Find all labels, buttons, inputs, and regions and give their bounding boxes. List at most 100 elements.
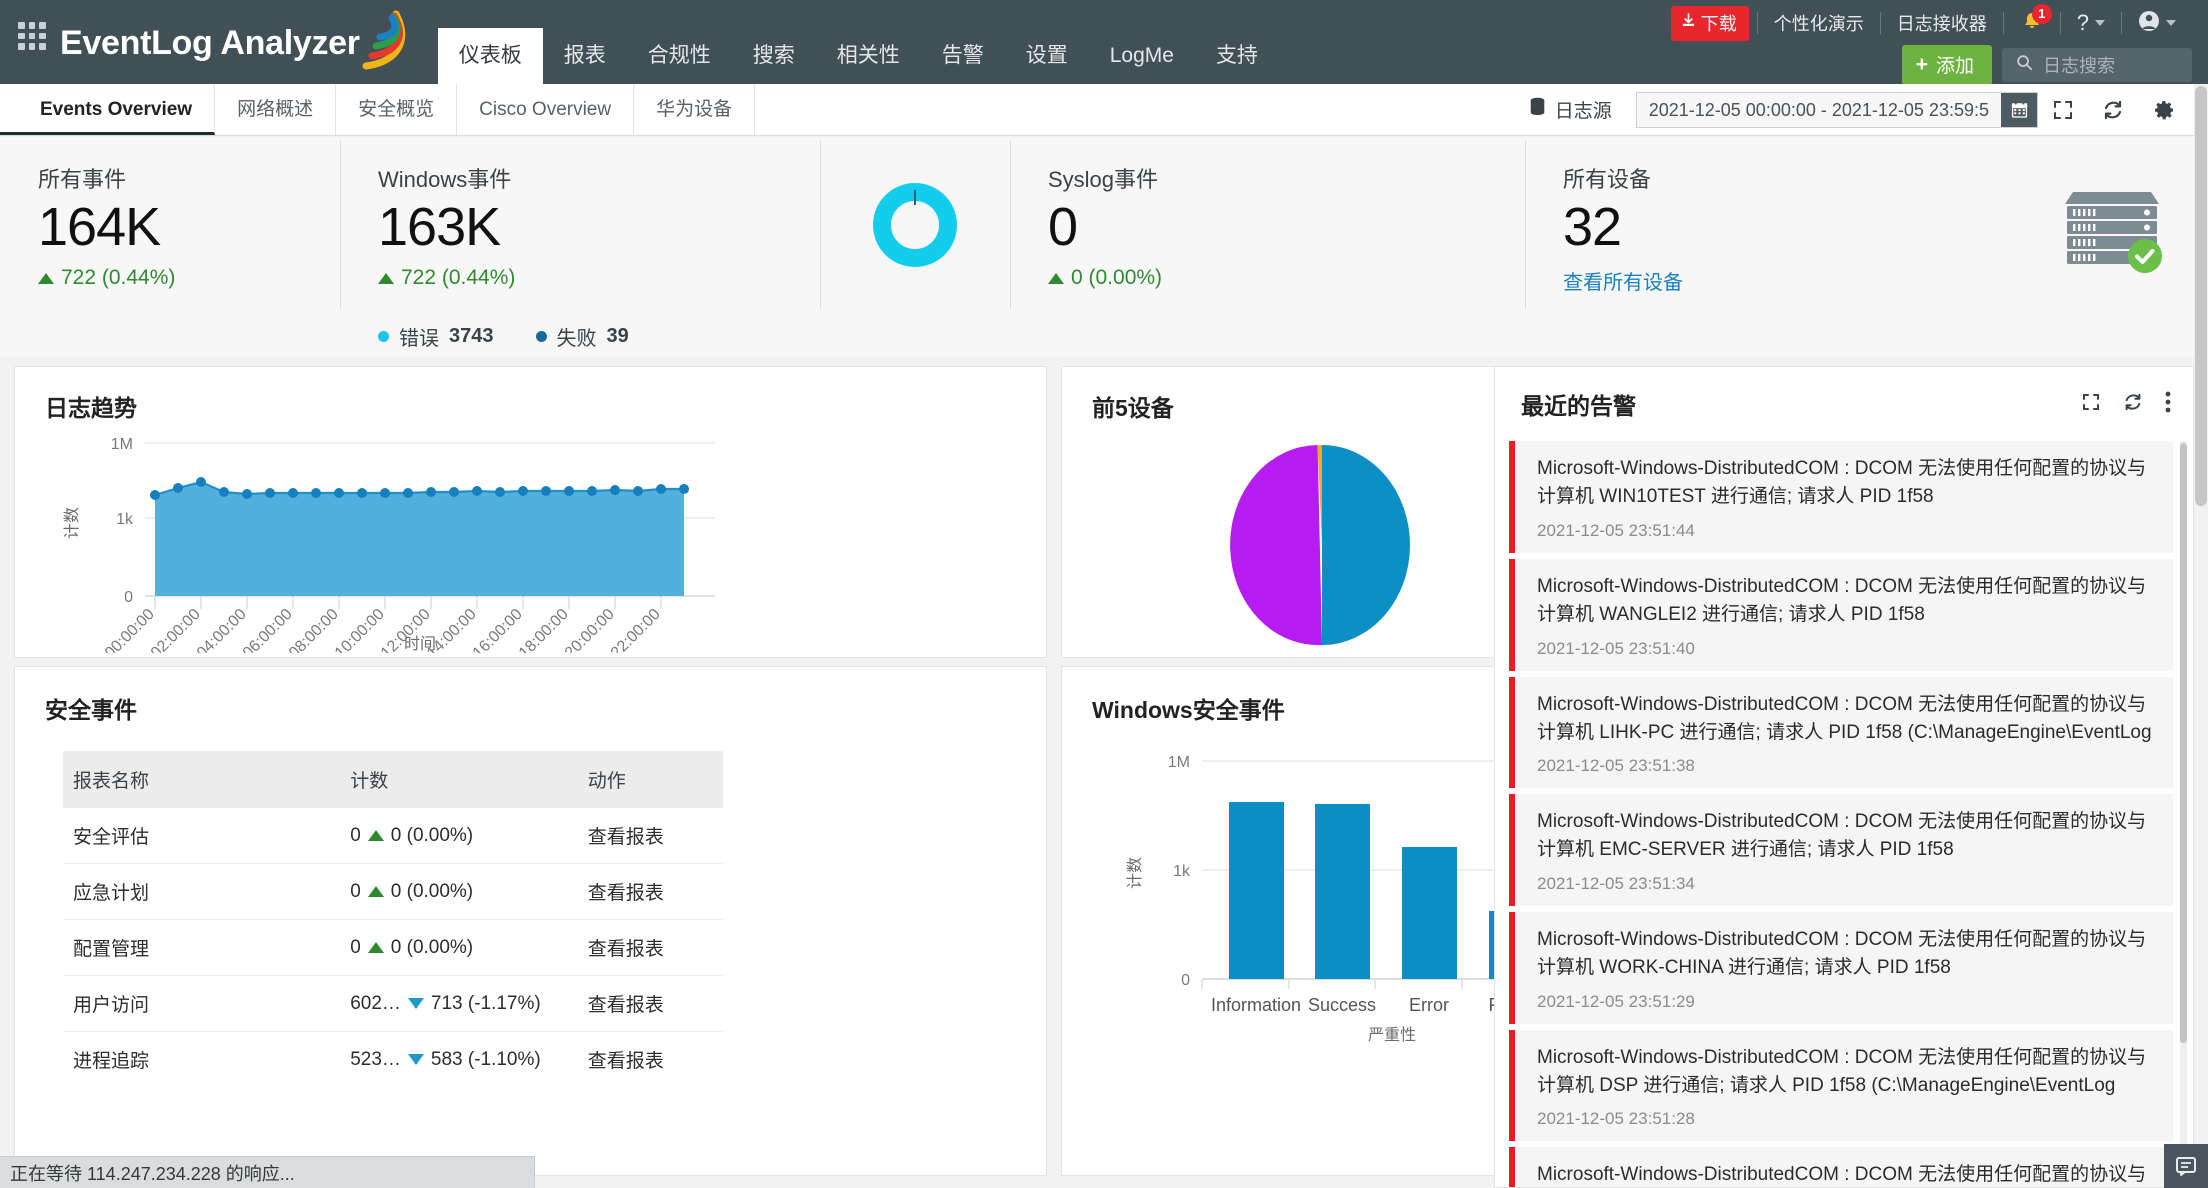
svg-text:1M: 1M bbox=[111, 436, 133, 453]
header-utility-bar: 下载 个性化演示 日志接收器 1 ? bbox=[1670, 0, 2208, 46]
more-vertical-icon[interactable] bbox=[2165, 391, 2171, 418]
kpi-delta: 722 (0.44%) bbox=[38, 266, 340, 290]
chat-button[interactable] bbox=[2164, 1144, 2208, 1188]
alert-message: Microsoft-Windows-DistributedCOM : DCOM … bbox=[1537, 1164, 2147, 1186]
panel-title: 最近的告警 bbox=[1521, 393, 1636, 419]
table-row[interactable]: 配置管理 0 0 (0.00%) 查看报表 bbox=[63, 919, 723, 976]
alerts-scrollbar-thumb[interactable] bbox=[2180, 443, 2187, 1043]
list-item[interactable]: Microsoft-Windows-DistributedCOM : DCOM … bbox=[1509, 1147, 2173, 1187]
list-item[interactable]: Microsoft-Windows-DistributedCOM : DCOM … bbox=[1509, 677, 2173, 789]
svg-text:严重性: 严重性 bbox=[1368, 1026, 1416, 1044]
alerts-list[interactable]: Microsoft-Windows-DistributedCOM : DCOM … bbox=[1495, 427, 2193, 1187]
cell-count: 0 bbox=[350, 824, 361, 846]
trend-up-icon bbox=[1048, 272, 1064, 284]
subtab-events-overview[interactable]: Events Overview bbox=[0, 84, 216, 135]
nav-tab-correlation[interactable]: 相关性 bbox=[816, 28, 921, 84]
list-item[interactable]: Microsoft-Windows-DistributedCOM : DCOM … bbox=[1509, 559, 2173, 671]
list-item[interactable]: Microsoft-Windows-DistributedCOM : DCOM … bbox=[1509, 441, 2173, 553]
refresh-icon[interactable] bbox=[2123, 392, 2143, 417]
cell-count: 602… bbox=[350, 992, 401, 1014]
cell-report-name: 应急计划 bbox=[63, 863, 341, 920]
subtab-security-overview[interactable]: 安全概览 bbox=[336, 84, 458, 135]
log-search-placeholder: 日志搜索 bbox=[2043, 56, 2115, 76]
kpi-delta-text: 722 (0.44%) bbox=[401, 266, 516, 290]
kpi-all-devices: 所有设备 32 查看所有设备 bbox=[1525, 137, 2205, 313]
kpi-label: 所有设备 bbox=[1563, 167, 1652, 192]
page-scrollbar-thumb[interactable] bbox=[2195, 86, 2207, 506]
table-row[interactable]: 进程追踪 523… 583 (-1.10%) 查看报表 bbox=[63, 1032, 723, 1088]
nav-tab-support[interactable]: 支持 bbox=[1195, 28, 1279, 84]
svg-text:计数: 计数 bbox=[1126, 857, 1144, 889]
syslog-donut-chart bbox=[820, 137, 1010, 313]
nav-tab-compliance[interactable]: 合规性 bbox=[627, 28, 732, 84]
help-icon: ? bbox=[2076, 10, 2089, 35]
subtab-cisco-overview[interactable]: Cisco Overview bbox=[457, 84, 635, 135]
nav-tab-search[interactable]: 搜索 bbox=[732, 28, 816, 84]
subtab-network-overview[interactable]: 网络概述 bbox=[215, 84, 337, 135]
view-report-link[interactable]: 查看报表 bbox=[578, 1032, 723, 1088]
list-item[interactable]: Microsoft-Windows-DistributedCOM : DCOM … bbox=[1509, 794, 2173, 907]
view-report-link[interactable]: 查看报表 bbox=[577, 919, 723, 976]
cell-delta: 713 (-1.17%) bbox=[430, 992, 541, 1014]
list-item[interactable]: Microsoft-Windows-DistributedCOM : DCOM … bbox=[1509, 912, 2173, 1025]
expand-icon[interactable] bbox=[2081, 392, 2101, 417]
kpi-label: 所有事件 bbox=[38, 167, 127, 192]
table-row[interactable]: 安全评估 0 0 (0.00%) 查看报表 bbox=[63, 808, 723, 864]
date-range-picker[interactable]: 2021-12-05 00:00:00 - 2021-12-05 23:59:5 bbox=[1635, 91, 2038, 128]
alert-message: Microsoft-Windows-DistributedCOM : DCOM … bbox=[1537, 576, 2147, 625]
log-trend-chart: 1M 1k 0 计数 00:00:00 02:00:00 04:00:00 06… bbox=[63, 436, 715, 653]
fullscreen-button[interactable] bbox=[2038, 99, 2088, 121]
download-label: 下载 bbox=[1700, 13, 1737, 34]
gear-icon[interactable] bbox=[2138, 98, 2190, 122]
svg-text:Error: Error bbox=[1409, 995, 1449, 1015]
refresh-button[interactable] bbox=[2088, 99, 2138, 121]
grid-apps-icon[interactable] bbox=[18, 22, 46, 50]
calendar-icon[interactable] bbox=[2001, 92, 2037, 127]
trend-up-icon bbox=[367, 942, 384, 953]
view-report-link[interactable]: 查看报表 bbox=[577, 863, 723, 920]
page-scrollbar[interactable] bbox=[2194, 84, 2208, 1188]
status-text: 正在等待 114.247.234.228 的响应... bbox=[10, 1163, 295, 1184]
log-search-input[interactable]: 日志搜索 bbox=[2002, 48, 2192, 82]
help-menu[interactable]: ? bbox=[2061, 8, 2121, 38]
panel-log-trend: 日志趋势 1M 1k 0 计数 00:00:00 02:00:00 04:00:… bbox=[14, 366, 1047, 658]
table-row[interactable]: 应急计划 0 0 (0.00%) 查看报表 bbox=[63, 863, 723, 920]
svg-text:0: 0 bbox=[1181, 972, 1190, 989]
user-menu[interactable] bbox=[2122, 8, 2192, 38]
download-icon bbox=[1681, 12, 1696, 33]
nav-tab-dashboard[interactable]: 仪表板 bbox=[437, 28, 543, 84]
svg-text:16:00:00: 16:00:00 bbox=[470, 606, 526, 653]
panel-security-events: 安全事件 报表名称 计数 动作 安全评估 0 0 (0.00%) 查看报表 应急计… bbox=[14, 666, 1047, 1176]
svg-text:20:00:00: 20:00:00 bbox=[562, 606, 618, 653]
view-all-devices-link[interactable]: 查看所有设备 bbox=[1563, 266, 1683, 295]
kpi-strip: 所有事件 164K 722 (0.44%) Windows事件 163K 722… bbox=[0, 137, 2208, 357]
notifications-button[interactable]: 1 bbox=[2004, 3, 2060, 37]
subtab-huawei-devices[interactable]: 华为设备 bbox=[634, 84, 756, 135]
download-button[interactable]: 下载 bbox=[1670, 5, 1749, 41]
chevron-down-icon bbox=[2166, 20, 2176, 26]
dashboard-subnav: Events Overview 网络概述 安全概览 Cisco Overview… bbox=[0, 84, 2208, 136]
personalized-demo-link[interactable]: 个性化演示 bbox=[1758, 8, 1880, 38]
alert-message: Microsoft-Windows-DistributedCOM : DCOM … bbox=[1537, 694, 2152, 743]
list-item[interactable]: Microsoft-Windows-DistributedCOM : DCOM … bbox=[1509, 1030, 2173, 1142]
nav-tab-alerts[interactable]: 告警 bbox=[921, 28, 1005, 84]
nav-tab-settings[interactable]: 设置 bbox=[1005, 28, 1089, 84]
log-source-selector[interactable]: 日志源 bbox=[1505, 96, 1636, 123]
alert-message: Microsoft-Windows-DistributedCOM : DCOM … bbox=[1537, 811, 2147, 860]
svg-text:Success: Success bbox=[1308, 995, 1376, 1015]
trend-up-icon bbox=[367, 886, 384, 897]
cell-report-name: 安全评估 bbox=[63, 808, 341, 864]
add-button[interactable]: + 添加 bbox=[1901, 45, 1992, 85]
log-source-label: 日志源 bbox=[1554, 101, 1612, 122]
nav-tab-reports[interactable]: 报表 bbox=[543, 28, 627, 84]
search-icon bbox=[2016, 54, 2033, 76]
nav-tab-logme[interactable]: LogMe bbox=[1089, 28, 1195, 84]
user-avatar-icon bbox=[2138, 10, 2160, 37]
view-report-link[interactable]: 查看报表 bbox=[577, 808, 723, 864]
view-report-link[interactable]: 查看报表 bbox=[577, 975, 723, 1032]
cell-delta: 0 (0.00%) bbox=[390, 936, 474, 958]
kpi-syslog-events: Syslog事件 0 0 (0.00%) bbox=[820, 137, 1525, 313]
log-receiver-link[interactable]: 日志接收器 bbox=[1881, 8, 2003, 38]
svg-text:08:00:00: 08:00:00 bbox=[286, 606, 342, 653]
table-row[interactable]: 用户访问 602… 713 (-1.17%) 查看报表 bbox=[63, 975, 723, 1032]
